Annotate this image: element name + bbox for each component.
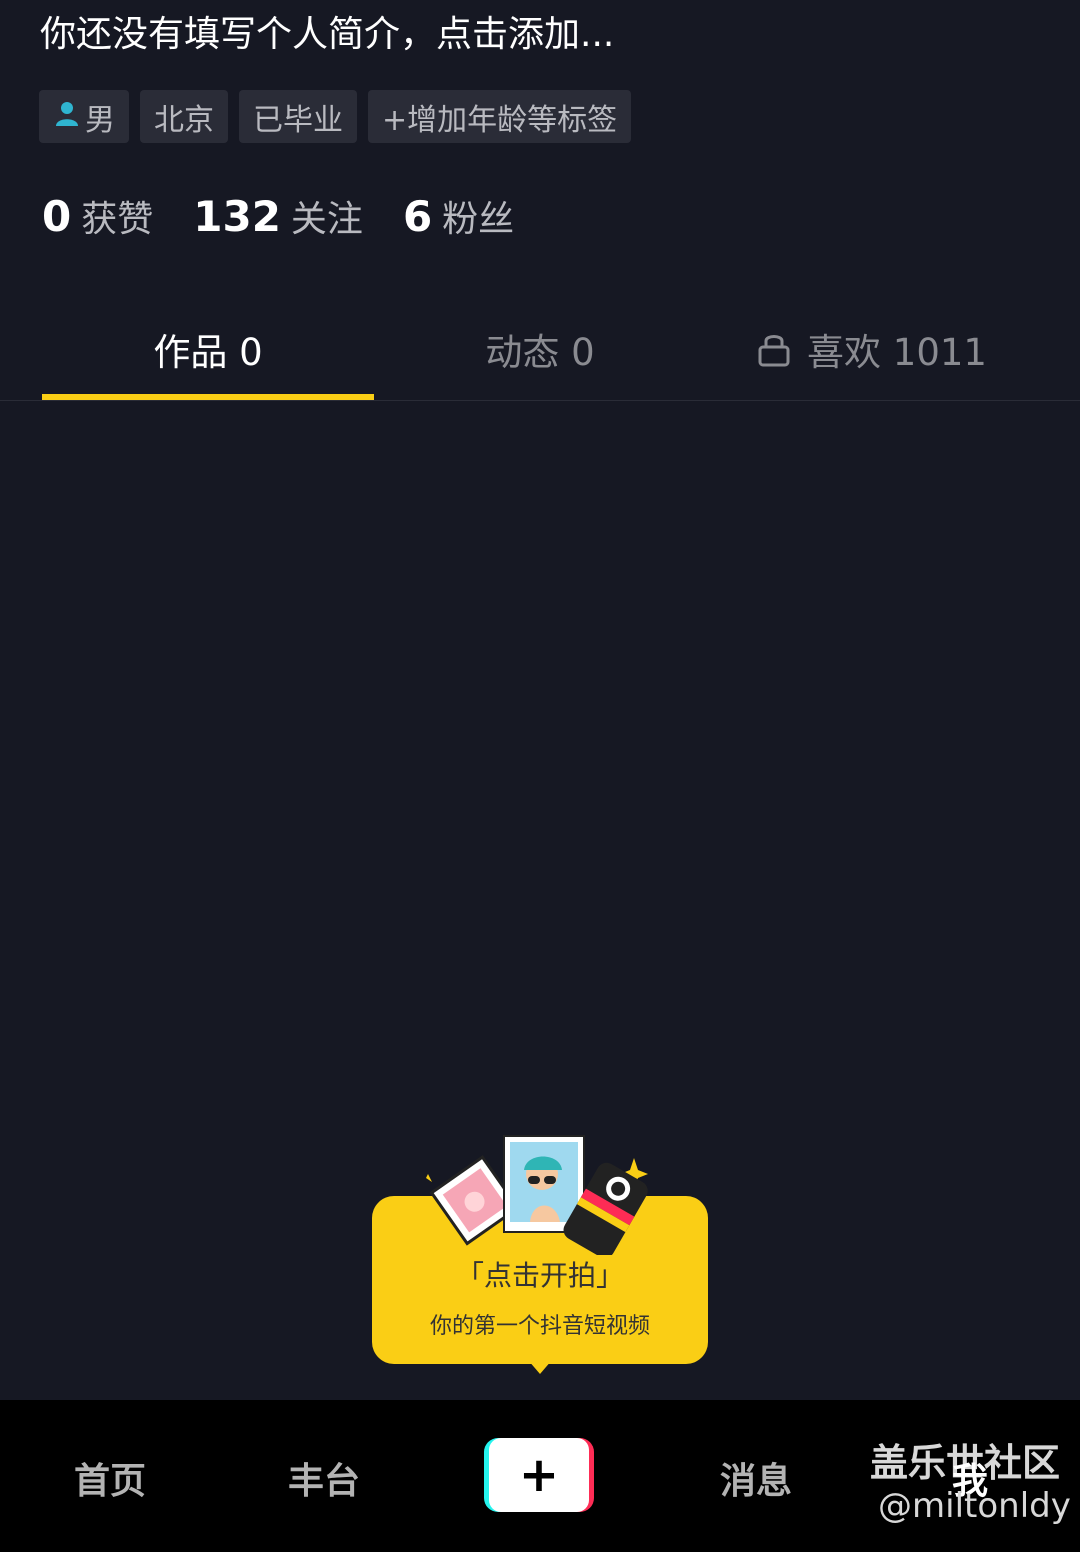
- tab-likes[interactable]: 喜欢 1011: [706, 300, 1038, 398]
- bio-placeholder[interactable]: 你还没有填写个人简介，点击添加...: [40, 10, 614, 60]
- stat-label: 获赞: [81, 199, 154, 240]
- tag-school[interactable]: 已毕业: [239, 90, 357, 143]
- add-tag-button[interactable]: +增加年龄等标签: [368, 90, 632, 143]
- nav-local[interactable]: 丰台: [288, 1452, 360, 1504]
- tag-location[interactable]: 北京: [140, 90, 228, 143]
- profile-stats: 0 获赞 132 关注 6 粉丝: [42, 190, 514, 242]
- prompt-subtitle: 你的第一个抖音短视频: [429, 1314, 650, 1339]
- tag-label: 男: [85, 102, 115, 138]
- lock-icon: [757, 331, 791, 367]
- tag-gender[interactable]: 男: [39, 90, 129, 143]
- camera-photos-illustration: [426, 1135, 648, 1255]
- tab-works[interactable]: 作品 0: [42, 300, 374, 398]
- tab-label: 动态 0: [485, 331, 595, 374]
- stat-label: 关注: [290, 199, 363, 240]
- tag-label: 北京: [154, 102, 214, 138]
- tag-label: 已毕业: [253, 102, 343, 138]
- tab-moments[interactable]: 动态 0: [374, 300, 706, 398]
- stat-number: 132: [193, 192, 281, 241]
- prompt-title: 「点击开拍」: [455, 1259, 624, 1292]
- watermark-handle: @miltonldy: [878, 1486, 1071, 1526]
- active-tab-indicator: [42, 394, 374, 400]
- tag-label: +增加年龄等标签: [382, 102, 618, 138]
- stat-number: 0: [42, 192, 72, 241]
- stat-number: 6: [402, 192, 433, 241]
- tab-label: 作品 0: [153, 331, 263, 374]
- stat-followers[interactable]: 6 粉丝: [403, 190, 514, 242]
- person-icon: [53, 99, 81, 135]
- create-button[interactable]: +: [484, 1438, 594, 1512]
- stat-following[interactable]: 132 关注: [193, 190, 363, 242]
- plus-icon: +: [489, 1438, 589, 1512]
- stat-label: 粉丝: [442, 199, 515, 240]
- stat-likes[interactable]: 0 获赞: [42, 190, 153, 242]
- nav-home[interactable]: 首页: [74, 1452, 146, 1504]
- profile-tags: 男 北京 已毕业 +增加年龄等标签: [39, 90, 632, 143]
- nav-messages[interactable]: 消息: [720, 1452, 792, 1504]
- prompt-arrow: [528, 1360, 552, 1374]
- shoot-prompt[interactable]: 「点击开拍」 你的第一个抖音短视频: [372, 1130, 708, 1385]
- tab-label: 喜欢 1011: [807, 331, 987, 374]
- profile-tabs: 作品 0 动态 0 喜欢 1011: [0, 300, 1080, 401]
